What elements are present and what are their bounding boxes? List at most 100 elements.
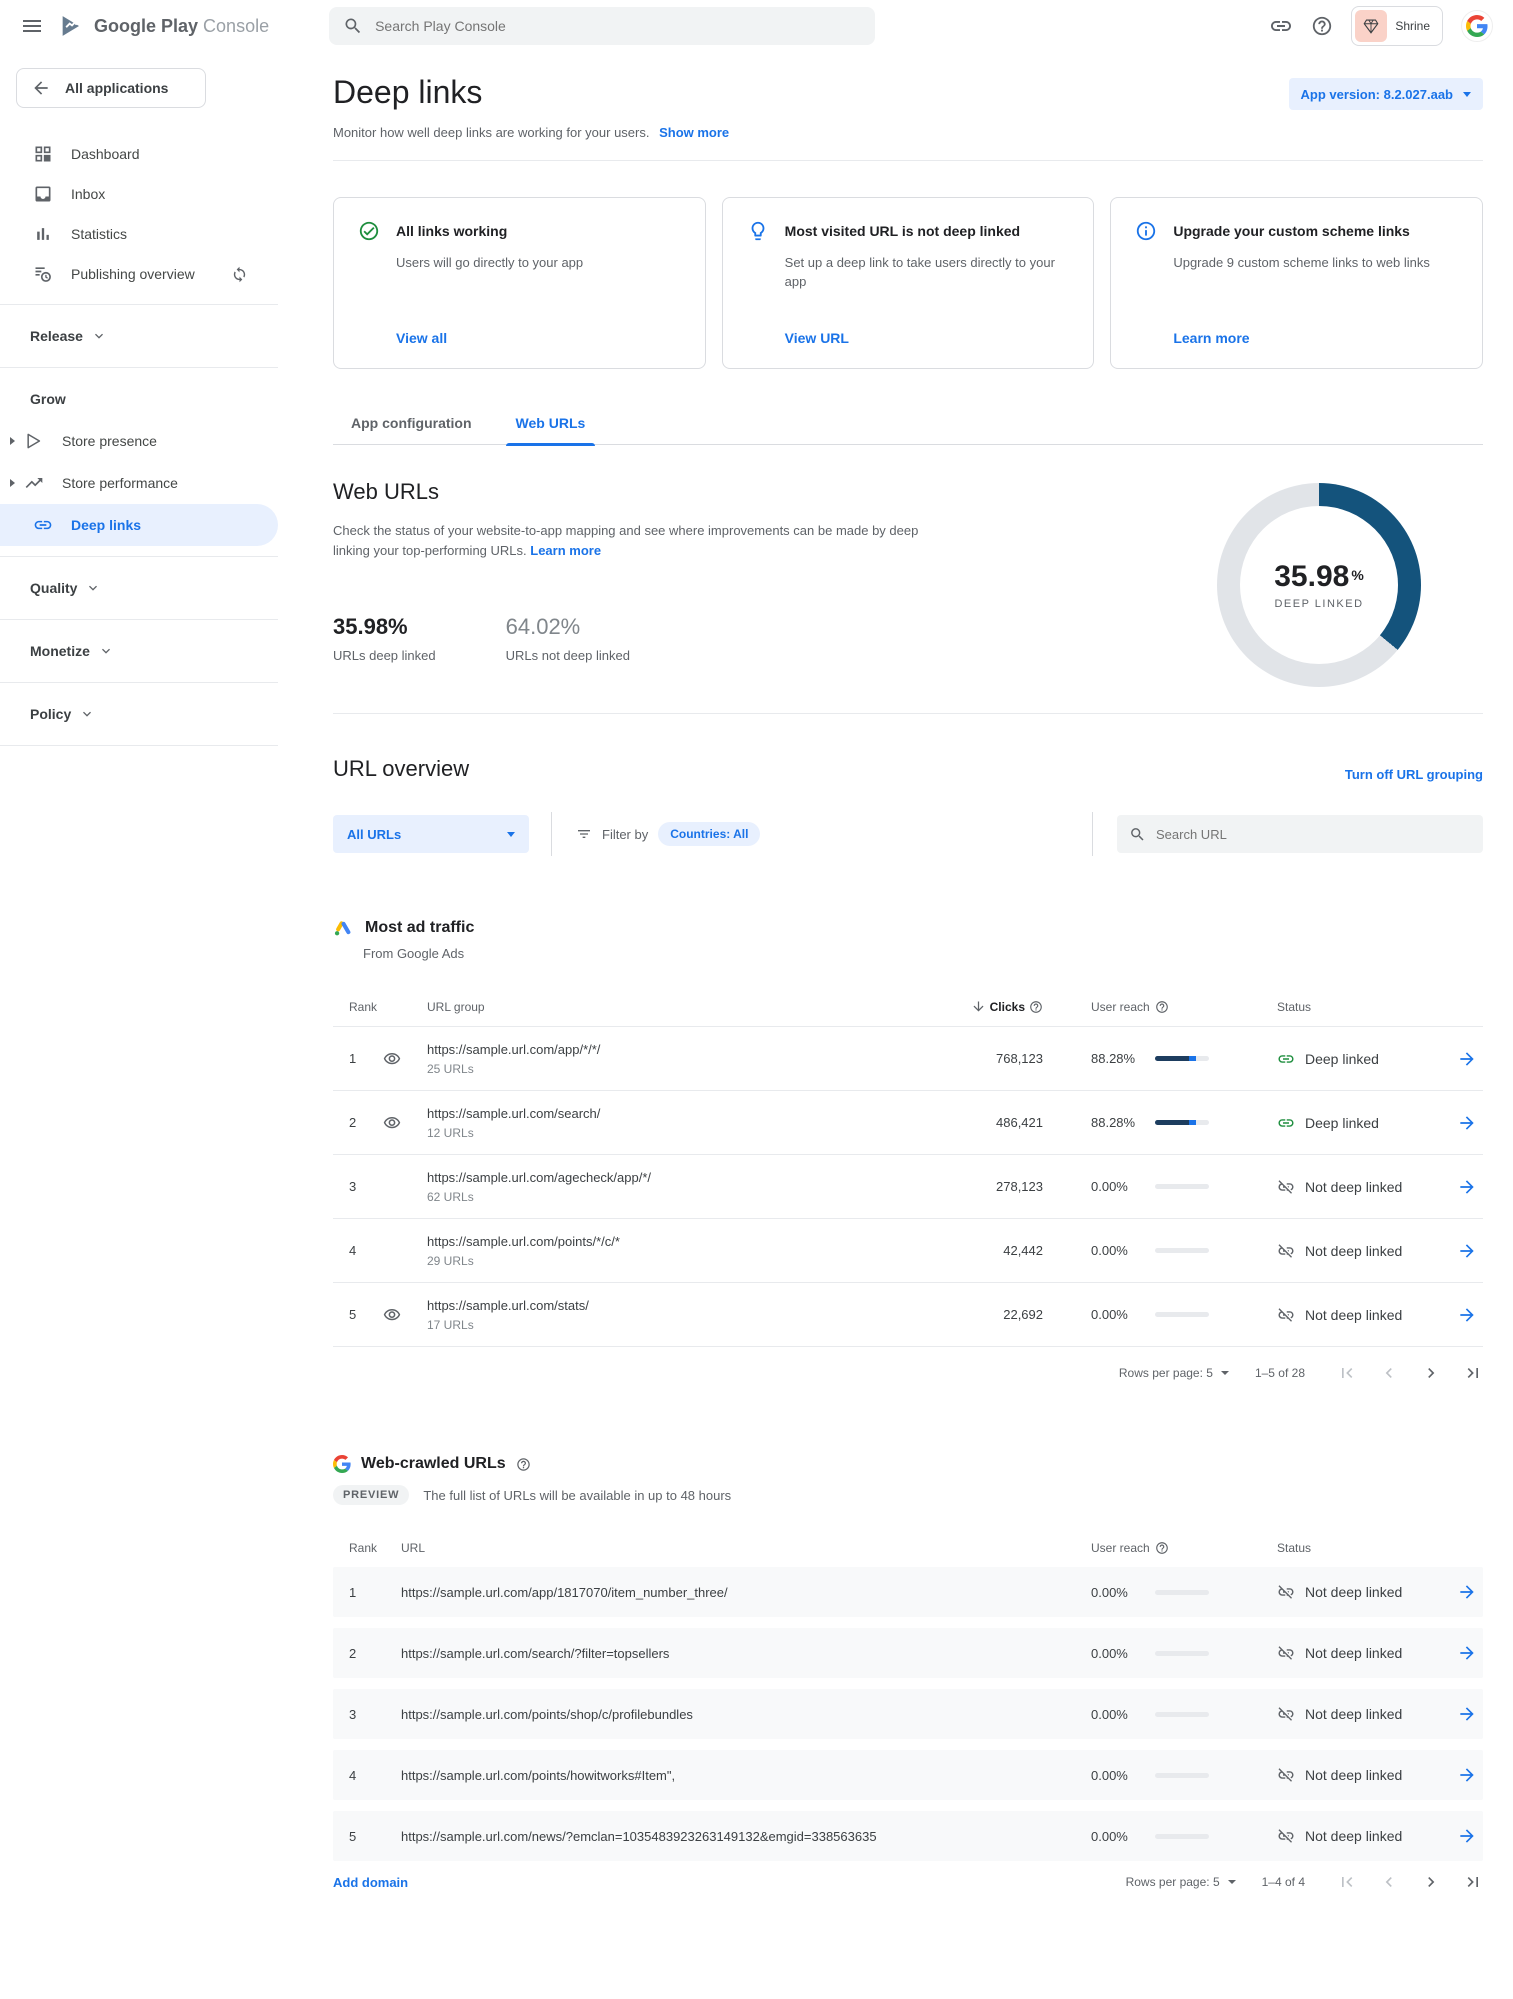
menu-icon[interactable] bbox=[20, 14, 44, 38]
row-detail-arrow[interactable] bbox=[1433, 1765, 1483, 1785]
sidebar-divider bbox=[0, 745, 278, 746]
crawled-url[interactable]: https://sample.url.com/news/?emclan=1035… bbox=[401, 1829, 1043, 1844]
help-icon[interactable] bbox=[1155, 1000, 1169, 1014]
console-search[interactable] bbox=[329, 7, 875, 45]
arrow-forward-icon bbox=[1457, 1305, 1477, 1325]
arrow-forward-icon bbox=[1457, 1113, 1477, 1133]
crawled-url[interactable]: https://sample.url.com/points/shop/c/pro… bbox=[401, 1707, 1043, 1722]
eye-icon[interactable] bbox=[383, 1050, 401, 1068]
google-account-avatar[interactable] bbox=[1461, 10, 1493, 42]
table-row: 2 https://sample.url.com/search/12 URLs … bbox=[333, 1091, 1483, 1155]
table-row: 1 https://sample.url.com/app/1817070/ite… bbox=[333, 1567, 1483, 1617]
sidebar-section-quality[interactable]: Quality bbox=[0, 567, 278, 609]
rows-per-page-selector[interactable]: Rows per page: 5 bbox=[1119, 1366, 1229, 1380]
sidebar-divider bbox=[0, 682, 278, 683]
page-range: 1–5 of 28 bbox=[1255, 1366, 1305, 1380]
eye-icon[interactable] bbox=[383, 1306, 401, 1324]
url-group[interactable]: https://sample.url.com/stats/ bbox=[427, 1298, 883, 1313]
eye-icon[interactable] bbox=[383, 1114, 401, 1132]
sidebar-item-publishing-overview[interactable]: Publishing overview bbox=[0, 254, 278, 294]
app-version-selector[interactable]: App version: 8.2.027.aab bbox=[1289, 78, 1483, 110]
sidebar-section-release[interactable]: Release bbox=[0, 315, 278, 357]
crawled-url[interactable]: https://sample.url.com/app/1817070/item_… bbox=[401, 1585, 1043, 1600]
tab-app-configuration[interactable]: App configuration bbox=[333, 415, 490, 444]
view-url-link[interactable]: View URL bbox=[785, 330, 1070, 346]
sidebar-item-dashboard[interactable]: Dashboard bbox=[0, 134, 278, 174]
back-all-applications[interactable]: All applications bbox=[16, 68, 206, 108]
row-detail-arrow[interactable] bbox=[1433, 1704, 1483, 1724]
next-page-icon[interactable] bbox=[1421, 1872, 1441, 1892]
first-page-icon[interactable] bbox=[1337, 1363, 1357, 1383]
add-domain-link[interactable]: Add domain bbox=[333, 1875, 408, 1890]
play-console-logo[interactable]: Google Play Console bbox=[58, 12, 269, 40]
sidebar-item-statistics[interactable]: Statistics bbox=[0, 214, 278, 254]
url-group[interactable]: https://sample.url.com/app/*/*/ bbox=[427, 1042, 883, 1057]
first-page-icon[interactable] bbox=[1337, 1872, 1357, 1892]
expand-caret-icon[interactable] bbox=[10, 479, 15, 487]
chevron-down-icon bbox=[91, 328, 107, 344]
row-detail-arrow[interactable] bbox=[1433, 1177, 1483, 1197]
lightbulb-icon bbox=[747, 220, 769, 242]
row-detail-arrow[interactable] bbox=[1433, 1305, 1483, 1325]
search-url-input[interactable] bbox=[1156, 827, 1471, 842]
crawled-url[interactable]: https://sample.url.com/points/howitworks… bbox=[401, 1768, 1043, 1783]
help-icon[interactable] bbox=[1311, 15, 1333, 37]
search-input[interactable] bbox=[375, 18, 861, 34]
url-type-dropdown[interactable]: All URLs bbox=[333, 815, 529, 853]
countries-filter-chip[interactable]: Countries: All bbox=[658, 822, 760, 846]
help-icon[interactable] bbox=[516, 1457, 531, 1472]
ad-table-pagination: Rows per page: 5 1–5 of 28 bbox=[333, 1347, 1483, 1399]
not-deep-linked-icon bbox=[1277, 1306, 1295, 1324]
table-row: 5 https://sample.url.com/news/?emclan=10… bbox=[333, 1811, 1483, 1861]
top-bar: Google Play Console Shrine bbox=[0, 0, 1513, 52]
row-detail-arrow[interactable] bbox=[1433, 1826, 1483, 1846]
prev-page-icon[interactable] bbox=[1379, 1363, 1399, 1383]
ad-traffic-table: Rank URL group Clicks User reach Status … bbox=[333, 989, 1483, 1399]
url-group[interactable]: https://sample.url.com/points/*/c/* bbox=[427, 1234, 883, 1249]
row-detail-arrow[interactable] bbox=[1433, 1113, 1483, 1133]
table-row: 4 https://sample.url.com/points/howitwor… bbox=[333, 1750, 1483, 1800]
sidebar-item-store-presence[interactable]: Store presence bbox=[0, 420, 278, 462]
sidebar-section-policy[interactable]: Policy bbox=[0, 693, 278, 735]
learn-more-link[interactable]: Learn more bbox=[1173, 330, 1458, 346]
rows-per-page-selector[interactable]: Rows per page: 5 bbox=[1126, 1875, 1236, 1889]
last-page-icon[interactable] bbox=[1463, 1872, 1483, 1892]
next-page-icon[interactable] bbox=[1421, 1363, 1441, 1383]
row-detail-arrow[interactable] bbox=[1433, 1049, 1483, 1069]
show-more-link[interactable]: Show more bbox=[659, 125, 729, 140]
sidebar-item-inbox[interactable]: Inbox bbox=[0, 174, 278, 214]
page-range: 1–4 of 4 bbox=[1262, 1875, 1305, 1889]
col-clicks[interactable]: Clicks bbox=[883, 989, 1043, 1026]
not-deep-linked-icon bbox=[1277, 1178, 1295, 1196]
last-page-icon[interactable] bbox=[1463, 1363, 1483, 1383]
search-url-box[interactable] bbox=[1117, 815, 1483, 853]
expand-caret-icon[interactable] bbox=[10, 437, 15, 445]
row-detail-arrow[interactable] bbox=[1433, 1582, 1483, 1602]
arrow-forward-icon bbox=[1457, 1241, 1477, 1261]
help-icon[interactable] bbox=[1155, 1541, 1169, 1555]
tab-web-urls[interactable]: Web URLs bbox=[498, 415, 604, 444]
link-shortcut-icon[interactable] bbox=[1269, 14, 1293, 38]
row-detail-arrow[interactable] bbox=[1433, 1241, 1483, 1261]
row-detail-arrow[interactable] bbox=[1433, 1643, 1483, 1663]
learn-more-link[interactable]: Learn more bbox=[530, 543, 601, 558]
sidebar-section-monetize[interactable]: Monetize bbox=[0, 630, 278, 672]
help-icon[interactable] bbox=[1029, 1000, 1043, 1014]
publishing-overview-icon bbox=[33, 264, 53, 284]
sidebar-item-store-performance[interactable]: Store performance bbox=[0, 462, 278, 504]
deep-linked-icon bbox=[1277, 1050, 1295, 1068]
view-all-link[interactable]: View all bbox=[396, 330, 681, 346]
app-switcher-chip[interactable]: Shrine bbox=[1351, 6, 1443, 46]
prev-page-icon[interactable] bbox=[1379, 1872, 1399, 1892]
google-g-icon bbox=[1466, 15, 1488, 37]
url-group[interactable]: https://sample.url.com/search/ bbox=[427, 1106, 883, 1121]
table-row: 1 https://sample.url.com/app/*/*/25 URLs… bbox=[333, 1027, 1483, 1091]
sync-icon[interactable] bbox=[231, 266, 248, 283]
turn-off-grouping-link[interactable]: Turn off URL grouping bbox=[1345, 767, 1483, 782]
dropdown-caret-icon bbox=[507, 832, 515, 837]
url-group[interactable]: https://sample.url.com/agecheck/app/*/ bbox=[427, 1170, 883, 1185]
sidebar-item-deep-links[interactable]: Deep links bbox=[0, 504, 278, 546]
url-overview-heading: URL overview bbox=[333, 756, 469, 782]
crawled-url[interactable]: https://sample.url.com/search/?filter=to… bbox=[401, 1646, 1043, 1661]
status-badge: Not deep linked bbox=[1233, 1583, 1433, 1601]
